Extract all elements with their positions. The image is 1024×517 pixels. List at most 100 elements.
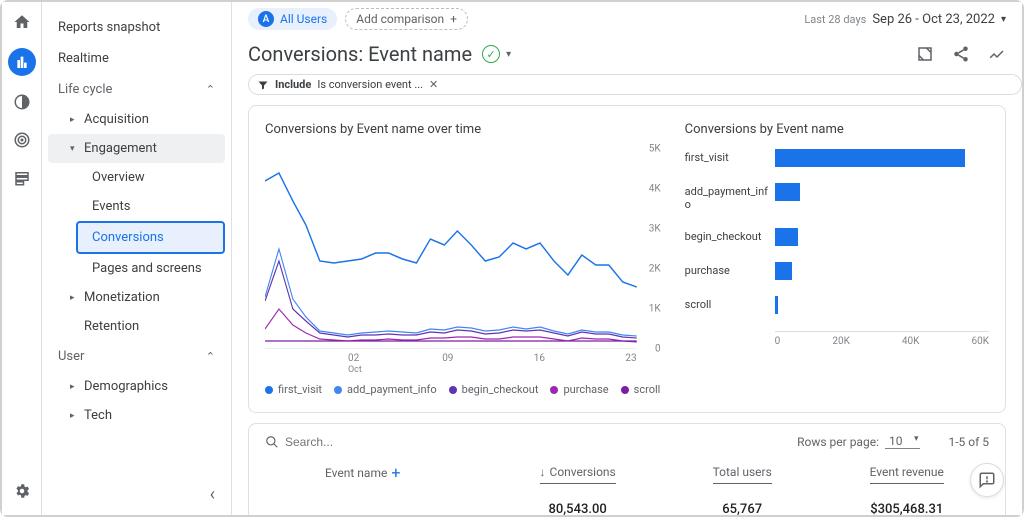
add-comparison-button[interactable]: Add comparison + [345, 8, 468, 30]
chevron-down-icon: ▾ [914, 434, 919, 444]
bar-fill [775, 183, 801, 201]
sidebar-section-label: User [58, 349, 84, 364]
bar-label: begin_checkout [685, 228, 775, 243]
sidebar-item-pages-screens[interactable]: Pages and screens [48, 254, 225, 283]
sidebar-section-lifecycle[interactable]: Life cycle ⌃ [48, 74, 225, 105]
sidebar-item-demographics[interactable]: ▸Demographics [48, 372, 225, 401]
segment-badge: A [258, 11, 274, 27]
verified-icon[interactable]: ✓ [482, 45, 500, 63]
y-tick: 5K [649, 144, 661, 155]
filter-text: Is conversion event ... [317, 78, 423, 91]
x-tick: 23 [625, 353, 636, 375]
insights-icon[interactable] [988, 45, 1006, 63]
table-card: Rows per page: 10 ▾ 1-5 of 5 Event name … [248, 423, 1006, 515]
bar-chart-title: Conversions by Event name [685, 122, 989, 137]
chevron-up-icon: ⌃ [206, 83, 215, 96]
table-controls: Rows per page: 10 ▾ 1-5 of 5 [265, 434, 989, 449]
date-range-picker[interactable]: Last 28 days Sep 26 - Oct 23, 2022 ▾ [804, 12, 1006, 27]
rows-per-page-label: Rows per page: [797, 435, 879, 449]
settings-icon[interactable] [10, 479, 34, 503]
bar-x-tick: 20K [832, 336, 850, 347]
date-range-value: Sep 26 - Oct 23, 2022 [872, 12, 995, 27]
filter-chip[interactable]: Include Is conversion event ... ✕ [248, 74, 1022, 95]
cell-total-users: 65,767 100% of total [660, 502, 825, 515]
rows-per-page-select[interactable]: 10 ▾ [885, 434, 921, 449]
th-conversions[interactable]: ↓Conversions [540, 463, 616, 484]
bar-track [775, 296, 989, 314]
bar-x-tick: 60K [971, 336, 989, 347]
swatch-icon [334, 386, 342, 394]
topbar: A All Users Add comparison + Last 28 day… [232, 2, 1022, 36]
reports-icon[interactable] [8, 48, 36, 76]
caret-down-icon: ▾ [70, 144, 80, 154]
date-range-label: Last 28 days [804, 13, 866, 26]
title-dropdown-icon[interactable]: ▾ [506, 49, 511, 60]
share-icon[interactable] [952, 45, 970, 63]
bar-x-tick: 0 [775, 336, 781, 347]
y-tick: 1K [649, 304, 661, 315]
filter-prefix: Include [275, 78, 311, 91]
swatch-icon [265, 386, 273, 394]
y-tick: 4K [649, 184, 661, 195]
plus-icon: + [450, 12, 457, 26]
sidebar-item-conversions[interactable]: Conversions [76, 221, 225, 254]
customize-icon[interactable] [916, 45, 934, 63]
sidebar-section-label: Life cycle [58, 82, 112, 97]
legend-item: add_payment_info [334, 383, 437, 396]
sidebar-item-acquisition[interactable]: ▸Acquisition [48, 105, 225, 134]
search-icon [265, 435, 279, 449]
segment-label: All Users [280, 12, 327, 26]
bar-track [775, 228, 989, 246]
advertising-icon[interactable] [10, 128, 34, 152]
bar-fill [775, 296, 778, 314]
sidebar-section-user[interactable]: User ⌃ [48, 341, 225, 372]
legend-item: begin_checkout [449, 383, 539, 396]
line-chart-panel: Conversions by Event name over time 5K 4… [265, 122, 661, 396]
bar-label: add_payment_info [685, 183, 775, 211]
th-event-revenue[interactable]: Event revenue [870, 463, 944, 484]
table-totals-row: 80,543.00 100% of total 65,767 100% of t… [265, 494, 989, 515]
table-header: Event name + ↓Conversions Total users Ev… [265, 449, 989, 494]
home-icon[interactable] [10, 10, 34, 34]
search-input[interactable] [285, 435, 405, 449]
bar-track [775, 149, 989, 167]
close-icon[interactable]: ✕ [429, 78, 438, 91]
sidebar-item-monetization[interactable]: ▸Monetization [48, 283, 225, 312]
th-total-users[interactable]: Total users [713, 463, 772, 484]
add-comparison-label: Add comparison [356, 12, 444, 26]
bar-x-tick: 40K [902, 336, 920, 347]
sidebar-item-tech[interactable]: ▸Tech [48, 401, 225, 430]
explore-icon[interactable] [10, 90, 34, 114]
sidebar-item-overview[interactable]: Overview [48, 163, 225, 192]
sidebar-item-retention[interactable]: Retention [48, 312, 225, 341]
x-tick: 09 [442, 353, 453, 375]
caret-right-icon: ▸ [70, 382, 80, 392]
bar-chart: first_visit add_payment_info begin_check… [685, 149, 989, 349]
line-chart: 5K 4K 3K 2K 1K 0 [265, 149, 661, 349]
sidebar-item-engagement[interactable]: ▾Engagement [48, 134, 225, 163]
table-search[interactable] [265, 435, 789, 449]
page-info: 1-5 of 5 [948, 435, 989, 449]
sidebar-reports-snapshot[interactable]: Reports snapshot [48, 12, 225, 43]
th-event-name[interactable]: Event name + [265, 463, 410, 484]
bar-label: first_visit [685, 149, 775, 164]
feedback-button[interactable] [970, 463, 1004, 497]
sidebar-collapse-icon[interactable]: ‹ [210, 484, 215, 505]
swatch-icon [621, 386, 629, 394]
segment-all-users[interactable]: A All Users [248, 8, 337, 30]
caret-right-icon: ▸ [70, 293, 80, 303]
chevron-up-icon: ⌃ [206, 350, 215, 363]
sidebar-item-events[interactable]: Events [48, 192, 225, 221]
bar-fill [775, 262, 792, 280]
configure-icon[interactable] [10, 166, 34, 190]
legend-item: first_visit [265, 383, 322, 396]
page-title: Conversions: Event name [248, 42, 472, 66]
bar-chart-panel: Conversions by Event name first_visit ad… [685, 122, 989, 396]
bar-fill [775, 228, 799, 246]
y-tick: 3K [649, 224, 661, 235]
add-dimension-button[interactable]: + [391, 463, 400, 482]
main-content: A All Users Add comparison + Last 28 day… [232, 2, 1022, 515]
sidebar-realtime[interactable]: Realtime [48, 43, 225, 74]
x-tick: 16 [534, 353, 545, 375]
charts-card: Conversions by Event name over time 5K 4… [248, 105, 1006, 413]
